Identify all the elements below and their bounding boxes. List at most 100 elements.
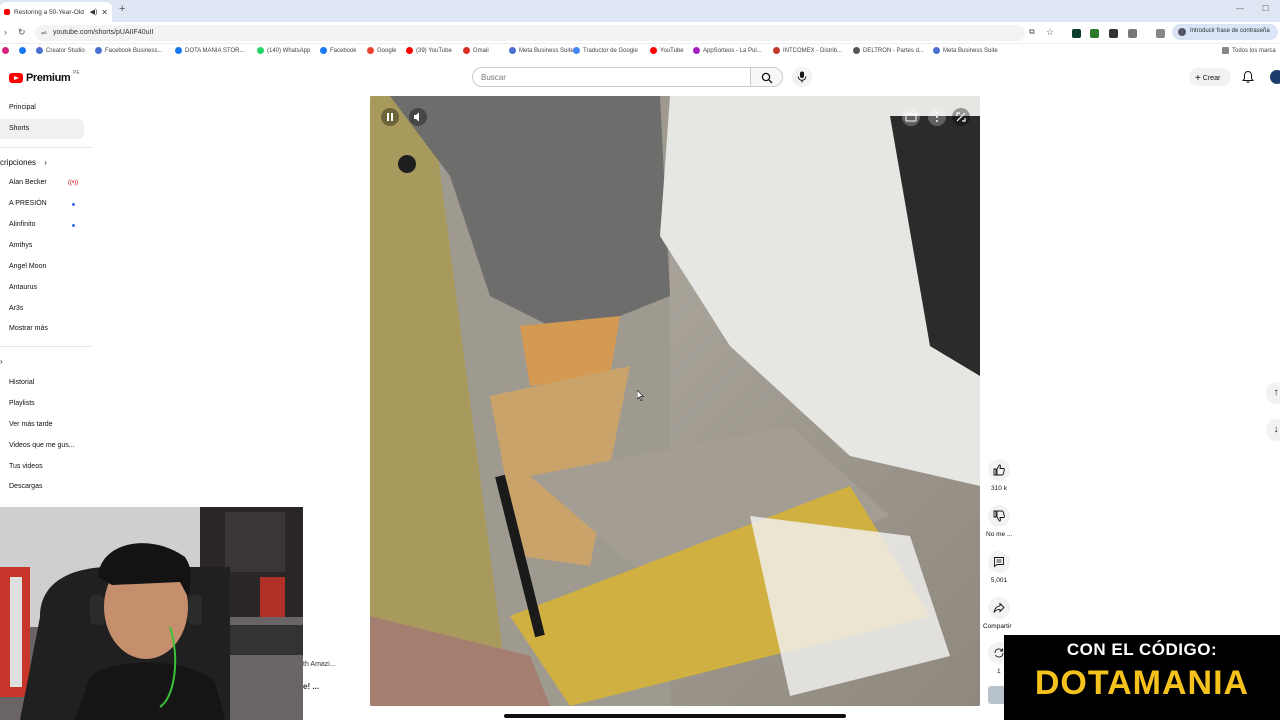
password-prompt-chip[interactable]: Introducir frase de contraseña bbox=[1172, 24, 1278, 40]
youtube-premium-logo[interactable]: Premium PE bbox=[9, 70, 80, 84]
sidebar-sub-ar3s[interactable]: Ar3s bbox=[9, 305, 23, 312]
captions-button[interactable] bbox=[902, 108, 920, 126]
bookmark-label: INTCOMEX - Distrib... bbox=[783, 47, 843, 54]
microphone-icon bbox=[797, 71, 807, 83]
remix-count: 1 bbox=[997, 668, 1001, 675]
comments-button[interactable] bbox=[988, 551, 1010, 573]
bookmark-item[interactable]: Gmail bbox=[463, 47, 489, 54]
bookmarks-bar: Todos los marca Creator Studio Facebook B… bbox=[0, 44, 1280, 60]
sidebar-item-playlists[interactable]: Playlists bbox=[9, 400, 35, 407]
bookmark-favicon-icon bbox=[367, 47, 374, 54]
pause-icon bbox=[387, 113, 393, 121]
reload-icon[interactable]: ↻ bbox=[18, 27, 26, 38]
chevron-right-icon: › bbox=[44, 158, 47, 167]
pause-button[interactable] bbox=[381, 108, 399, 126]
sidebar-item-historial[interactable]: Historial bbox=[9, 379, 34, 386]
sidebar-sub-amthys[interactable]: Amthys bbox=[9, 242, 32, 249]
sidebar-sub-alan-becker[interactable]: Alan Becker bbox=[9, 179, 47, 186]
next-short-preview-bar bbox=[504, 714, 846, 718]
sidebar-sub-angel-moon[interactable]: Angel Moon bbox=[9, 263, 46, 270]
minimize-icon[interactable]: — bbox=[1236, 4, 1244, 13]
dislike-button[interactable] bbox=[988, 505, 1010, 527]
bookmark-item[interactable]: Traductor de Google bbox=[573, 47, 638, 54]
bookmark-item[interactable]: Creator Studio bbox=[36, 47, 85, 54]
thumbs-up-icon bbox=[993, 464, 1005, 476]
new-tab-button[interactable]: + bbox=[119, 3, 125, 15]
more-options-button[interactable] bbox=[928, 108, 946, 126]
bookmark-label: DELTRON - Partes d... bbox=[863, 47, 924, 54]
next-short-button[interactable]: ↓ bbox=[1266, 419, 1280, 441]
bookmark-favicon-icon bbox=[175, 47, 182, 54]
url-field[interactable]: ⇌ youtube.com/shorts/pUAIIF40uII bbox=[35, 25, 1025, 41]
bookmark-favicon-icon bbox=[320, 47, 327, 54]
youtube-logo-icon bbox=[9, 73, 23, 83]
bookmark-item[interactable]: INTCOMEX - Distrib... bbox=[773, 47, 842, 54]
extension-icon[interactable] bbox=[1109, 29, 1118, 38]
new-content-dot bbox=[72, 203, 75, 206]
all-bookmarks[interactable]: Todos los marca bbox=[1222, 47, 1276, 54]
volume-button[interactable] bbox=[409, 108, 427, 126]
sidebar-sub-a-presion[interactable]: A PRESIÓN bbox=[9, 200, 47, 207]
install-icon[interactable]: ⧉ bbox=[1029, 27, 1035, 37]
sidebar-item-downloads[interactable]: Descargas bbox=[9, 483, 42, 490]
search-button[interactable] bbox=[751, 67, 783, 87]
share-label: Compartir bbox=[983, 623, 1012, 630]
account-avatar[interactable] bbox=[1270, 70, 1280, 84]
facebook-bookmark-icon[interactable] bbox=[19, 47, 26, 54]
bookmark-item[interactable]: AppSorteos - La Pul... bbox=[693, 47, 762, 54]
bookmark-star-icon[interactable]: ☆ bbox=[1046, 27, 1054, 38]
more-vertical-icon bbox=[936, 112, 938, 122]
sidebar-item-shorts[interactable]: Shorts bbox=[9, 125, 29, 132]
share-button[interactable] bbox=[988, 597, 1010, 619]
bookmark-item[interactable]: Meta Business Suite bbox=[509, 47, 574, 54]
create-label: Crear bbox=[1202, 75, 1221, 82]
bookmark-item[interactable]: (39) YouTube bbox=[406, 47, 452, 54]
sidebar-sub-alinfinito[interactable]: Alinfinito bbox=[9, 221, 35, 228]
live-icon: ((•)) bbox=[68, 180, 79, 186]
bookmark-item[interactable]: Meta Business Suite bbox=[933, 47, 998, 54]
sidebar-item-watch-later[interactable]: Ver más tarde bbox=[9, 421, 53, 428]
maximize-icon[interactable]: ☐ bbox=[1262, 4, 1269, 13]
webcam-image bbox=[0, 507, 303, 720]
extension-icon[interactable] bbox=[1072, 29, 1081, 38]
bookmark-favicon-icon bbox=[853, 47, 860, 54]
sidebar-sub-antaurus[interactable]: Antaurus bbox=[9, 284, 37, 291]
show-more-button[interactable]: Mostrar más bbox=[9, 325, 48, 332]
browser-tab[interactable]: Restoring a 50-Year-Old Pa ◀) ✕ bbox=[0, 2, 112, 22]
puzzle-icon[interactable] bbox=[1128, 29, 1137, 38]
previous-short-button[interactable]: ↑ bbox=[1266, 382, 1280, 404]
bookmark-label: DOTA MANIA STOR... bbox=[185, 47, 245, 54]
sidebar-item-liked-videos[interactable]: Videos que me gus... bbox=[9, 442, 75, 449]
audio-icon: ◀) bbox=[89, 9, 98, 16]
volume-icon bbox=[414, 112, 419, 122]
bookmark-label: (39) YouTube bbox=[416, 47, 452, 54]
forward-icon[interactable]: › bbox=[4, 27, 7, 37]
extension-icon[interactable] bbox=[1090, 29, 1099, 38]
subscriptions-heading[interactable]: cripciones › bbox=[0, 158, 47, 167]
create-button[interactable]: + Crear bbox=[1189, 68, 1231, 86]
like-button[interactable] bbox=[988, 459, 1010, 481]
tab-search-icon[interactable] bbox=[1156, 29, 1165, 38]
bookmark-item[interactable]: DELTRON - Partes d... bbox=[853, 47, 924, 54]
fullscreen-button[interactable] bbox=[952, 108, 970, 126]
bookmark-label: Facebook bbox=[330, 47, 357, 54]
sidebar-item-your-videos[interactable]: Tus videos bbox=[9, 463, 43, 470]
bookmark-item[interactable]: DOTA MANIA STOR... bbox=[175, 47, 244, 54]
comment-icon bbox=[994, 557, 1004, 568]
arrow-down-icon: ↓ bbox=[1273, 424, 1279, 435]
instagram-bookmark-icon[interactable] bbox=[2, 47, 9, 54]
shorts-video-player[interactable] bbox=[370, 96, 980, 706]
voice-search-button[interactable] bbox=[792, 67, 812, 87]
site-info-icon[interactable]: ⇌ bbox=[41, 29, 47, 37]
notifications-bell-icon[interactable] bbox=[1241, 70, 1255, 84]
search-input[interactable]: Buscar bbox=[472, 67, 751, 87]
bookmark-item[interactable]: (140) WhatsApp bbox=[257, 47, 310, 54]
sidebar-item-principal[interactable]: Principal bbox=[9, 104, 36, 111]
bookmark-item[interactable]: Facebook Business... bbox=[95, 47, 162, 54]
bookmark-item[interactable]: YouTube bbox=[650, 47, 684, 54]
url-text: youtube.com/shorts/pUAIIF40uII bbox=[53, 29, 154, 36]
bookmark-item[interactable]: Google bbox=[367, 47, 396, 54]
bookmark-item[interactable]: Facebook bbox=[320, 47, 356, 54]
you-section-heading[interactable]: › bbox=[0, 357, 3, 366]
close-tab-icon[interactable]: ✕ bbox=[101, 8, 108, 17]
